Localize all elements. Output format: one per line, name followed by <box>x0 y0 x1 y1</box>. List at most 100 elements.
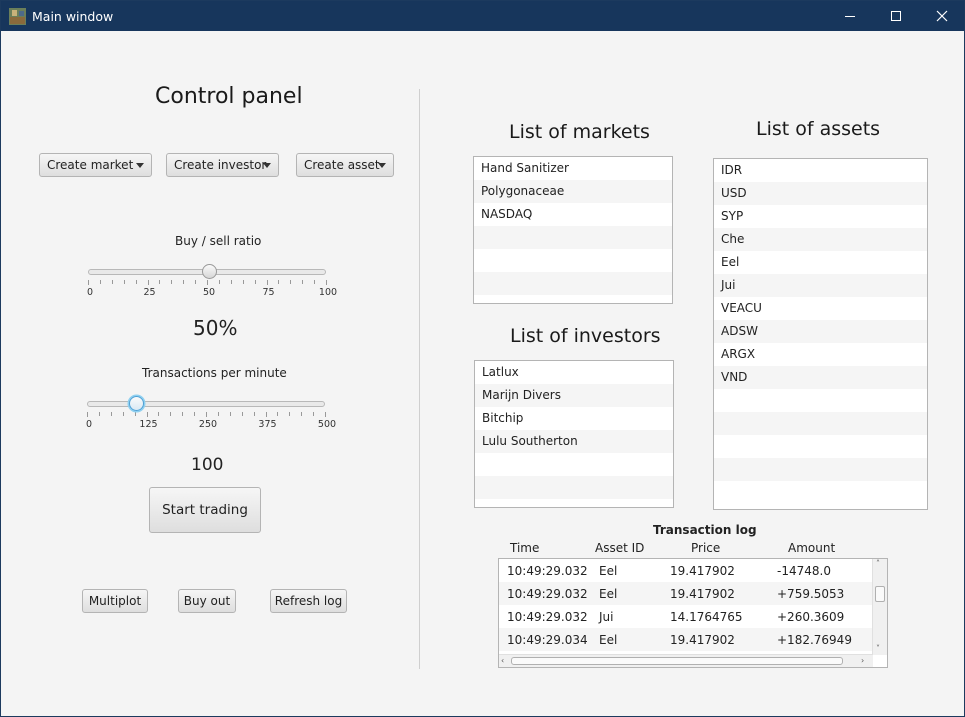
market-list-item[interactable]: NASDAQ <box>474 203 672 226</box>
slider-tick <box>241 412 243 416</box>
scroll-down-icon[interactable]: ˅ <box>876 645 880 653</box>
log-cell-amount: -14748.0 <box>777 564 831 578</box>
panel-divider <box>419 89 420 669</box>
slider-tick <box>183 280 185 284</box>
asset-list-item[interactable] <box>714 481 927 504</box>
asset-list-item[interactable] <box>714 412 927 435</box>
log-cell-amount: +759.5053 <box>777 587 845 601</box>
asset-list-item[interactable]: VND <box>714 366 927 389</box>
table-row[interactable]: 10:49:29.032 Eel 19.417902 +759.5053 <box>499 582 873 605</box>
table-row[interactable]: 10:49:29.034 Eel 19.417902 +182.76949 <box>499 628 873 651</box>
slider-track[interactable] <box>87 401 325 407</box>
asset-list-item[interactable]: ADSW <box>714 320 927 343</box>
investor-list-item[interactable]: Lulu Southerton <box>475 430 673 453</box>
investor-list-item[interactable] <box>475 453 673 476</box>
scroll-left-icon[interactable]: ‹ <box>501 657 504 665</box>
asset-list-item[interactable]: ARGX <box>714 343 927 366</box>
buy-sell-ratio-slider[interactable]: 0 25 50 75 100 <box>86 264 337 305</box>
slider-tick-label: 250 <box>198 419 218 430</box>
slider-tick-label: 25 <box>143 287 156 298</box>
transactions-per-minute-label: Transactions per minute <box>142 366 287 380</box>
buy-sell-ratio-value: 50% <box>193 316 238 340</box>
slider-tick <box>277 412 279 416</box>
asset-list-item[interactable] <box>714 458 927 481</box>
log-cell-amount: +182.76949 <box>777 633 852 647</box>
asset-list-item[interactable] <box>714 389 927 412</box>
buy-out-button[interactable]: Buy out <box>178 589 236 613</box>
asset-list-item[interactable]: Che <box>714 228 927 251</box>
table-row[interactable]: 10:49:29.032 Eel 19.417902 -14748.0 <box>499 559 873 582</box>
slider-tick <box>218 280 220 284</box>
scroll-up-icon[interactable]: ˄ <box>876 560 880 568</box>
create-asset-menu-button[interactable]: Create asset <box>296 153 394 177</box>
column-header-asset-id[interactable]: Asset ID <box>595 541 644 555</box>
create-market-label: Create market <box>47 158 134 172</box>
create-asset-label: Create asset <box>304 158 380 172</box>
market-list-item[interactable] <box>474 295 672 303</box>
title-bar[interactable]: Main window <box>1 1 964 31</box>
slider-tick <box>122 412 124 416</box>
slider-thumb[interactable] <box>129 396 145 411</box>
slider-tick <box>194 412 196 416</box>
start-trading-button[interactable]: Start trading <box>149 487 261 533</box>
log-cell-asset-id: Eel <box>599 564 618 578</box>
investor-list-item[interactable]: Marijn Divers <box>475 384 673 407</box>
column-header-time[interactable]: Time <box>510 541 539 555</box>
column-header-price[interactable]: Price <box>691 541 720 555</box>
slider-tick <box>301 412 303 416</box>
maximize-button[interactable] <box>873 1 919 31</box>
vertical-scrollbar[interactable]: ˄ ˅ <box>872 559 887 655</box>
slider-tick-label: 0 <box>86 287 94 298</box>
maximize-icon <box>891 11 901 21</box>
slider-tick <box>289 412 291 416</box>
assets-list[interactable]: IDR USD SYP Che Eel Jui VEACU ADSW ARGX VND <box>713 158 928 510</box>
asset-list-item[interactable] <box>714 435 927 458</box>
transactions-per-minute-slider[interactable]: 0 125 250 375 500 <box>86 396 336 437</box>
minimize-button[interactable] <box>827 1 873 31</box>
transaction-log-table[interactable]: 10:49:29.032 Eel 19.417902 -14748.0 10:49:29… <box>498 558 888 668</box>
slider-tick <box>314 280 316 284</box>
investor-list-item[interactable] <box>475 476 673 499</box>
slider-tick <box>278 280 280 284</box>
slider-tick <box>195 280 197 284</box>
market-list-item[interactable] <box>474 249 672 272</box>
investor-list-item[interactable]: Bitchip <box>475 407 673 430</box>
market-list-item[interactable]: Polygonaceae <box>474 180 672 203</box>
assets-list-title: List of assets <box>756 118 881 140</box>
close-button[interactable] <box>919 1 965 31</box>
slider-tick <box>266 280 268 285</box>
slider-thumb[interactable] <box>201 264 217 279</box>
market-list-item[interactable] <box>474 226 672 249</box>
asset-list-item[interactable]: USD <box>714 182 927 205</box>
markets-list[interactable]: Hand Sanitizer Polygonaceae NASDAQ <box>473 156 673 304</box>
asset-list-item[interactable]: SYP <box>714 205 927 228</box>
investor-list-item[interactable]: Latlux <box>475 361 673 384</box>
asset-list-item[interactable]: Eel <box>714 251 927 274</box>
slider-tick-label: 100 <box>318 287 338 298</box>
horizontal-scrollbar[interactable]: ‹ › <box>499 654 873 667</box>
table-row[interactable]: 10:49:29.032 Jui 14.1764765 +260.3609 <box>499 605 873 628</box>
investor-list-item[interactable] <box>475 499 673 507</box>
investors-list[interactable]: Latlux Marijn Divers Bitchip Lulu Southerto… <box>474 360 674 508</box>
horizontal-scroll-thumb[interactable] <box>511 657 843 665</box>
refresh-log-button[interactable]: Refresh log <box>270 589 347 613</box>
slider-tick <box>217 412 219 416</box>
asset-list-item[interactable]: VEACU <box>714 297 927 320</box>
slider-tick <box>87 412 88 417</box>
slider-tick <box>254 280 256 284</box>
scroll-right-icon[interactable]: › <box>861 657 864 665</box>
vertical-scroll-thumb[interactable] <box>875 586 885 602</box>
slider-tick <box>302 280 304 284</box>
multiplot-button[interactable]: Multiplot <box>82 589 148 613</box>
log-cell-price: 14.1764765 <box>670 610 743 624</box>
column-header-amount[interactable]: Amount <box>788 541 835 555</box>
slider-tick <box>98 412 100 416</box>
log-cell-asset-id: Jui <box>599 610 614 624</box>
asset-list-item[interactable]: IDR <box>714 159 927 182</box>
market-list-item[interactable]: Hand Sanitizer <box>474 157 672 180</box>
investors-list-title: List of investors <box>510 325 661 347</box>
market-list-item[interactable] <box>474 272 672 295</box>
create-market-menu-button[interactable]: Create market <box>39 153 152 177</box>
asset-list-item[interactable]: Jui <box>714 274 927 297</box>
create-investor-menu-button[interactable]: Create investor <box>166 153 279 177</box>
